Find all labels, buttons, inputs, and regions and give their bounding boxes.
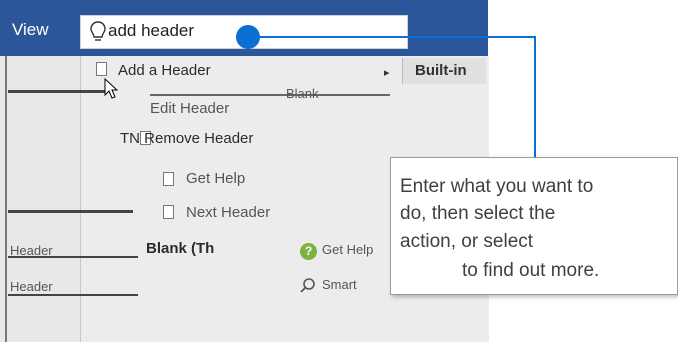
page-edge bbox=[5, 56, 7, 342]
help-icon: ? bbox=[300, 243, 317, 260]
separator bbox=[8, 90, 108, 93]
separator bbox=[8, 256, 138, 258]
tooltip-text: to find out more. bbox=[462, 260, 600, 281]
separator bbox=[150, 94, 390, 96]
separator bbox=[8, 294, 138, 296]
search-input[interactable]: add header bbox=[108, 21, 194, 41]
menu-item-next-header[interactable]: Next Header bbox=[186, 204, 270, 221]
gallery-header: Built-in bbox=[402, 58, 486, 84]
separator bbox=[8, 210, 133, 213]
callout-line bbox=[258, 36, 536, 38]
lightbulb-icon bbox=[90, 21, 106, 41]
page-icon bbox=[163, 172, 174, 186]
tooltip-text: do, then select the bbox=[400, 203, 556, 224]
menu-item-add-header[interactable]: Add a Header bbox=[118, 62, 211, 79]
tab-view[interactable]: View bbox=[12, 20, 49, 40]
page-icon bbox=[163, 205, 174, 219]
help-link[interactable]: Get Help bbox=[322, 242, 373, 257]
menu-item-remove-header[interactable]: TN Remove Header bbox=[120, 130, 253, 147]
menu-item-edit-header[interactable]: Edit Header bbox=[150, 100, 229, 117]
page-icon bbox=[96, 62, 107, 76]
callout-line bbox=[534, 36, 536, 166]
tooltip-text: action, or select bbox=[400, 231, 534, 252]
cursor-icon bbox=[104, 78, 119, 99]
submenu-item-blank[interactable]: Blank (Th bbox=[146, 240, 214, 257]
gallery-item-blank[interactable]: Blank bbox=[286, 86, 319, 101]
chevron-right-icon: ▸ bbox=[384, 67, 390, 79]
menu-item-get-help[interactable]: Get Help bbox=[186, 170, 245, 187]
left-list-item[interactable]: Header bbox=[10, 279, 53, 294]
search-icon bbox=[300, 278, 315, 293]
tooltip-text: Enter what you want to bbox=[400, 176, 594, 197]
smart-lookup-link[interactable]: Smart bbox=[322, 277, 357, 292]
callout-dot bbox=[236, 25, 260, 49]
